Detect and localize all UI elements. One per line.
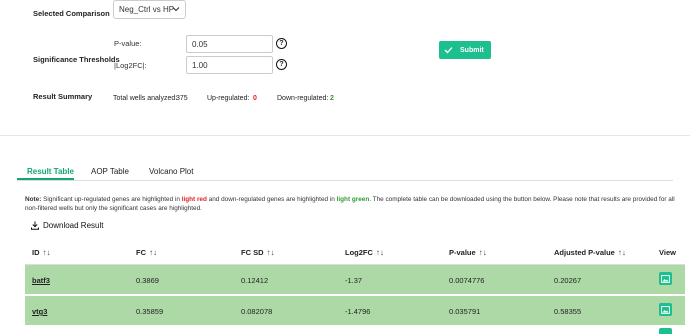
log2fc-help-icon[interactable]: ? <box>276 59 287 70</box>
table-row: vtg3 0.35859 0.082078 -1.4796 0.035791 0… <box>25 296 685 326</box>
note-part1: Significant up-regulated genes are highl… <box>41 196 182 203</box>
total-value: 375 <box>176 95 188 102</box>
tab-volcano-plot[interactable]: Volcano Plot <box>149 167 193 176</box>
header-pvalue[interactable]: P-value ↑↓ <box>449 248 487 257</box>
analysis-controls: Selected Comparison Neg_Ctrl vs HP Signi… <box>0 0 690 135</box>
row-id-link[interactable]: batf3 <box>32 276 50 285</box>
sort-icon: ↑↓ <box>478 248 487 257</box>
row-pvalue: 0.035791 <box>449 307 481 316</box>
comparison-label: Selected Comparison <box>33 9 110 18</box>
comparison-select[interactable]: Neg_Ctrl vs HP <box>113 0 186 19</box>
tab-bar-border <box>17 180 673 181</box>
download-icon <box>31 221 39 230</box>
submit-button[interactable]: Submit <box>439 41 491 59</box>
header-log2fc[interactable]: Log2FC ↑↓ <box>345 248 384 257</box>
pvalue-label: P-value: <box>114 39 142 48</box>
view-image-button[interactable] <box>659 303 672 316</box>
row-fc-sd: 0.082078 <box>241 307 273 316</box>
image-icon <box>661 305 670 314</box>
down-value: 2 <box>330 95 334 102</box>
table-row: batf3 0.3869 0.12412 -1.37 0.0074776 0.2… <box>25 265 685 295</box>
sort-icon: ↑↓ <box>149 248 157 257</box>
submit-label: Submit <box>460 46 484 54</box>
header-fc[interactable]: FC ↑↓ <box>136 248 157 257</box>
header-view: View <box>659 248 676 257</box>
table-header: ID ↑↓ FC ↑↓ FC SD ↑↓ Log2FC ↑↓ P-value ↑↓ Adj… <box>25 237 685 265</box>
summary-label: Result Summary <box>33 92 93 101</box>
log2fc-input-value: 1.00 <box>192 61 208 70</box>
log2fc-input[interactable]: 1.00 <box>186 56 273 74</box>
row-id-link[interactable]: vtg3 <box>32 307 47 316</box>
comparison-value: Neg_Ctrl vs HP <box>119 5 175 14</box>
chevron-down-icon <box>172 7 180 12</box>
up-value: 0 <box>253 95 257 102</box>
row-log2fc: -1.4796 <box>345 307 371 316</box>
download-label: Download Result <box>43 221 104 230</box>
header-adj-pvalue[interactable]: Adjusted P-value ↑↓ <box>554 248 626 257</box>
row-adj-pvalue: 0.58355 <box>554 307 582 316</box>
sort-icon: ↑↓ <box>42 248 51 257</box>
down-label: Down-regulated: <box>277 95 329 102</box>
view-image-button-partial[interactable] <box>659 328 672 334</box>
view-image-button[interactable] <box>659 272 672 285</box>
tab-aop-table[interactable]: AOP Table <box>91 167 129 176</box>
header-id[interactable]: ID ↑↓ <box>32 248 51 257</box>
note-text: Note: Significant up-regulated genes are… <box>25 195 685 213</box>
row-fc-sd: 0.12412 <box>241 276 269 285</box>
note-prefix: Note: <box>25 196 42 203</box>
note-light-red: light red <box>181 196 207 203</box>
download-result-button[interactable]: Download Result <box>31 221 103 230</box>
up-label: Up-regulated: <box>207 95 250 102</box>
image-icon <box>661 274 670 283</box>
thresholds-label: Significance Thresholds <box>33 55 120 64</box>
section-divider <box>0 135 690 136</box>
row-log2fc: -1.37 <box>345 276 363 285</box>
log2fc-label: |Log2FC|: <box>114 61 147 70</box>
row-fc: 0.35859 <box>136 307 164 316</box>
note-part2: and down-regulated genes are highlighted… <box>206 196 337 203</box>
row-fc: 0.3869 <box>136 276 159 285</box>
total-label: Total wells analyzed: <box>113 95 178 102</box>
tab-result-table[interactable]: Result Table <box>27 167 74 176</box>
sort-icon: ↑↓ <box>266 248 275 257</box>
check-icon <box>444 47 453 54</box>
sort-icon: ↑↓ <box>617 248 626 257</box>
pvalue-input-value: 0.05 <box>192 40 208 49</box>
note-light-green: light green <box>336 196 370 203</box>
pvalue-help-icon[interactable]: ? <box>276 38 287 49</box>
pvalue-input[interactable]: 0.05 <box>186 35 273 53</box>
row-pvalue: 0.0074776 <box>449 276 485 285</box>
header-fc-sd[interactable]: FC SD ↑↓ <box>241 248 275 257</box>
sort-icon: ↑↓ <box>375 248 384 257</box>
row-adj-pvalue: 0.20267 <box>554 276 582 285</box>
